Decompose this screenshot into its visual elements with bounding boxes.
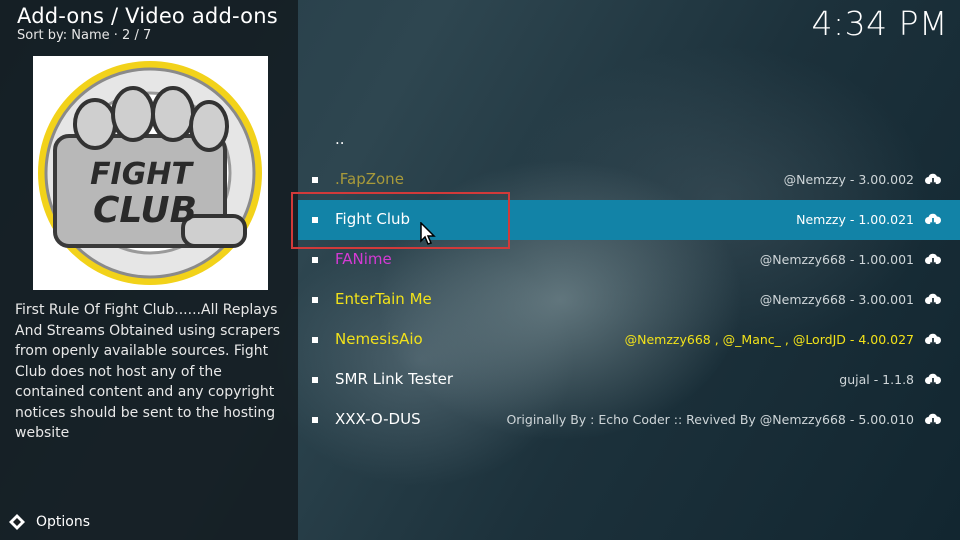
bullet-icon [312, 177, 318, 183]
fight-club-logo: FIGHT CLUB [38, 61, 262, 285]
page-title: Add-ons / Video add-ons [17, 4, 278, 28]
cloud-download-icon [925, 173, 942, 187]
annotation-highlight-box [291, 192, 510, 249]
bullet-icon [312, 257, 318, 263]
addon-list: .. .FapZone @Nemzzy - 3.00.002 Fight Club N… [298, 120, 960, 440]
cloud-download-icon [925, 293, 942, 307]
list-item[interactable]: EnterTain Me @Nemzzy668 - 3.00.001 [298, 280, 960, 320]
addon-description: First Rule Of Fight Club......All Replay… [15, 302, 281, 441]
logo-text-club: CLUB [93, 190, 197, 231]
options-diamond-icon [9, 514, 25, 530]
cloud-download-icon [925, 213, 942, 227]
addon-author-version: @Nemzzy668 - 3.00.001 [759, 292, 914, 307]
list-item[interactable]: NemesisAio @Nemzzy668 , @_Manc_ , @LordJD… [298, 320, 960, 360]
addon-name: XXX-O-DUS [335, 410, 421, 428]
addon-name: NemesisAio [335, 330, 423, 348]
addon-thumbnail: FIGHT CLUB [33, 56, 268, 290]
addon-name: FANime [335, 250, 392, 268]
bullet-icon [312, 417, 318, 423]
addon-author-version: Originally By : Echo Coder :: Revived By… [506, 412, 914, 427]
addon-author-version: @Nemzzy668 , @_Manc_ , @LordJD - 4.00.02… [624, 332, 914, 347]
list-item-parent[interactable]: .. [298, 120, 960, 160]
addon-name: SMR Link Tester [335, 370, 454, 388]
cloud-download-icon [925, 253, 942, 267]
logo-text-fight: FIGHT [90, 157, 194, 192]
options-label: Options [36, 514, 91, 530]
cloud-download-icon [925, 333, 942, 347]
addon-author-version: Nemzzy - 1.00.021 [796, 212, 914, 227]
cloud-download-icon [925, 413, 942, 427]
addon-name: .FapZone [335, 170, 404, 188]
list-item[interactable]: XXX-O-DUS Originally By : Echo Coder :: R… [298, 400, 960, 440]
addon-author-version: @Nemzzy668 - 1.00.001 [759, 252, 914, 267]
options-button[interactable]: Options [8, 511, 90, 533]
parent-dir-label: .. [335, 130, 345, 148]
bullet-icon [312, 297, 318, 303]
list-item[interactable]: SMR Link Tester gujal - 1.1.8 [298, 360, 960, 400]
cloud-download-icon [925, 373, 942, 387]
bullet-icon [312, 337, 318, 343]
mouse-pointer-icon [420, 222, 436, 245]
addon-name: EnterTain Me [335, 290, 432, 308]
clock: 4:34 PM [811, 4, 948, 43]
sort-info[interactable]: Sort by: Name · 2 / 7 [17, 28, 151, 43]
addon-author-version: gujal - 1.1.8 [839, 372, 914, 387]
bullet-icon [312, 377, 318, 383]
addon-author-version: @Nemzzy - 3.00.002 [783, 172, 914, 187]
